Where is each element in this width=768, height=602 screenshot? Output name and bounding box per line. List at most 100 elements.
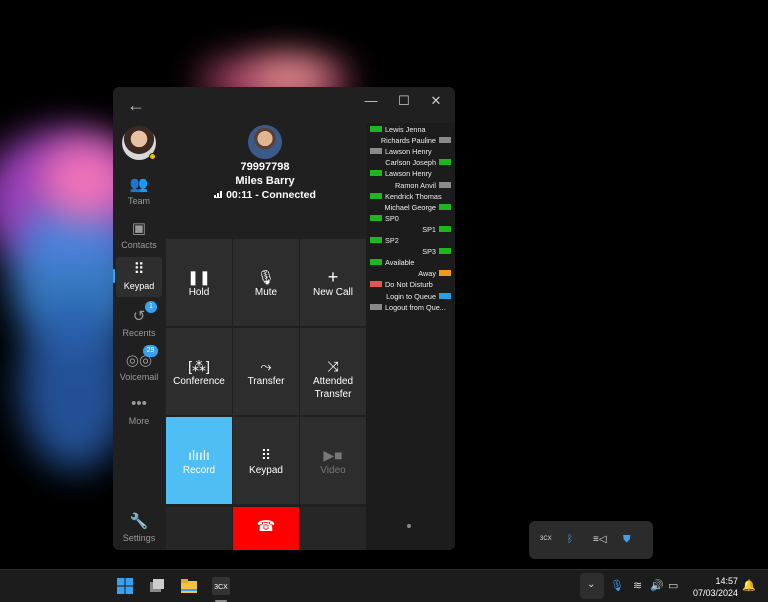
blf-status-indicator xyxy=(439,248,451,255)
blf-status-indicator xyxy=(370,192,382,199)
blf-status-indicator xyxy=(370,214,382,221)
shuffle-icon: ⤨ xyxy=(327,358,339,374)
blf-status-indicator xyxy=(370,281,382,288)
blf-label: SP3 xyxy=(422,247,436,257)
bluetooth-icon[interactable]: ᛒ xyxy=(567,534,573,545)
keypad-button[interactable]: ⠿ Keypad xyxy=(233,417,299,504)
blf-entry[interactable]: Available xyxy=(370,257,414,268)
blf-entry[interactable]: Lawson Henry xyxy=(370,168,432,179)
blf-entry[interactable]: SP1 xyxy=(422,224,451,235)
transfer-icon: ⤳ xyxy=(260,358,272,374)
blf-status-indicator xyxy=(370,126,382,132)
blf-label: Do Not Disturb xyxy=(385,280,433,290)
microphone-tray-icon[interactable]: 🎙 xyxy=(610,579,624,592)
blf-label: Away xyxy=(418,269,436,279)
taskbar: 3CX ⌄ 🎙 ≋ 🔊 ▭ 14:57 07/03/2024 🔔 xyxy=(0,569,768,602)
blf-label: Lewis Jenna xyxy=(385,125,426,134)
call-actions: ❚❚ Hold 🎙 Mute + New Call [⁂] Conference… xyxy=(165,239,366,550)
new-call-button[interactable]: + New Call xyxy=(300,239,366,326)
maximize-button[interactable]: ☐ xyxy=(394,93,414,109)
blf-status-indicator xyxy=(439,159,451,166)
3cx-taskbar-icon[interactable]: 3CX xyxy=(212,577,230,595)
blf-entry[interactable]: SP0 xyxy=(370,213,399,224)
sidebar-item-settings[interactable]: 🔧 Settings xyxy=(116,509,162,549)
plus-icon: + xyxy=(327,267,339,287)
file-explorer-icon[interactable] xyxy=(180,577,198,595)
blf-label: SP0 xyxy=(385,213,399,223)
blf-label: Kendrick Thomas xyxy=(385,191,442,201)
video-button[interactable]: ▶■ Video xyxy=(300,417,366,504)
blf-entry[interactable]: Carlson Joseph xyxy=(385,157,451,168)
volume-icon[interactable]: 🔊 xyxy=(650,579,664,592)
voicemail-badge: 29 xyxy=(143,345,158,357)
waveform-icon: ılıılı xyxy=(188,447,210,463)
record-button[interactable]: ılıılı Record xyxy=(166,417,232,504)
sidebar-item-recents[interactable]: ↺ Recents 1 xyxy=(116,301,162,344)
softphone-window: ← — ☐ ✕ 👥 Team ▣ Contacts ⠿ Keypad ↺ Rec… xyxy=(113,87,455,550)
caller-name: Miles Barry xyxy=(235,175,295,187)
blf-entry[interactable]: Do Not Disturb xyxy=(370,279,433,290)
blf-status-indicator xyxy=(439,203,451,210)
defender-icon[interactable]: ⛊ xyxy=(623,534,631,545)
task-view-icon[interactable] xyxy=(148,577,166,595)
hangup-button[interactable]: ☎ xyxy=(233,507,299,550)
microphone-icon: 🎙 xyxy=(257,269,275,285)
svg-text:3CX: 3CX xyxy=(214,584,228,591)
blf-entry[interactable]: SP2 xyxy=(370,235,399,246)
call-status: 00:11 - Connected xyxy=(165,189,365,201)
settings-icon: 🔧 xyxy=(129,513,149,530)
transfer-button[interactable]: ⤳ Transfer xyxy=(233,328,299,415)
phone-hangup-icon: ☎ xyxy=(256,518,276,535)
close-button[interactable]: ✕ xyxy=(426,93,446,109)
minimize-button[interactable]: — xyxy=(361,93,381,108)
sidebar-item-contacts[interactable]: ▣ Contacts xyxy=(116,216,162,256)
conference-icon: [⁂] xyxy=(188,358,210,374)
team-icon: 👥 xyxy=(129,176,149,193)
blf-entry[interactable]: Login to Queue xyxy=(386,291,451,302)
blf-label: Ramon Anvil xyxy=(395,180,436,190)
blf-entry[interactable]: Ramon Anvil xyxy=(395,180,451,191)
pause-icon: ❚❚ xyxy=(187,269,211,285)
contacts-icon: ▣ xyxy=(131,220,147,237)
attended-transfer-button[interactable]: ⤨ Attended Transfer xyxy=(300,328,366,415)
blf-label: Lawson Henry xyxy=(385,147,432,157)
back-button[interactable]: ← xyxy=(127,95,145,116)
blf-entry[interactable]: SP3 xyxy=(422,246,451,257)
presence-indicator xyxy=(149,153,156,160)
notification-bell-icon[interactable]: 🔔 xyxy=(742,579,756,592)
blf-label: Lawson Henry xyxy=(385,169,432,179)
blf-entry[interactable]: Lawson Henry xyxy=(370,146,432,157)
blf-label: Login to Queue xyxy=(386,291,436,301)
3cx-tray-icon[interactable]: 3CX xyxy=(540,536,552,542)
clock[interactable]: 14:57 07/03/2024 xyxy=(693,575,738,599)
blf-entry[interactable]: Away xyxy=(418,268,451,279)
windows-start-icon[interactable] xyxy=(116,577,134,595)
call-info: ⧉ 79997798 Miles Barry 00:11 - Connected xyxy=(165,123,411,238)
blf-entry[interactable]: Richards Pauline xyxy=(381,135,451,146)
mute-button[interactable]: 🎙 Mute xyxy=(233,239,299,326)
blf-label: Michael George xyxy=(384,202,436,212)
cast-icon[interactable]: ≡◁ xyxy=(593,534,607,545)
sidebar-item-voicemail[interactable]: ◎◎ Voicemail 29 xyxy=(116,345,162,388)
blf-status-indicator xyxy=(370,303,382,310)
blf-label: Available xyxy=(385,258,415,268)
blf-entry[interactable]: Logout from Que... xyxy=(370,302,446,313)
hold-button[interactable]: ❚❚ Hold xyxy=(166,239,232,326)
battery-icon[interactable]: ▭ xyxy=(668,579,678,592)
wifi-icon[interactable]: ≋ xyxy=(633,579,642,592)
blf-entry[interactable]: Kendrick Thomas xyxy=(370,191,442,202)
sidebar-item-keypad[interactable]: ⠿ Keypad xyxy=(113,257,162,297)
page-indicator[interactable] xyxy=(407,524,411,528)
blf-entry[interactable]: Lewis Jenna xyxy=(370,124,426,135)
conference-button[interactable]: [⁂] Conference xyxy=(166,328,232,415)
sidebar-item-team[interactable]: 👥 Team xyxy=(116,172,162,212)
show-hidden-icons-button[interactable]: ⌄ xyxy=(580,573,604,599)
keypad-icon: ⠿ xyxy=(133,261,145,278)
blf-status-indicator xyxy=(439,225,451,232)
blf-status-indicator xyxy=(439,292,451,299)
blf-status-indicator xyxy=(439,181,451,188)
chevron-up-icon: ⌄ xyxy=(587,579,596,590)
blf-entry[interactable]: Michael George xyxy=(384,202,451,213)
sidebar-item-more[interactable]: ••• More xyxy=(116,392,162,432)
empty-slot-right xyxy=(300,507,366,550)
